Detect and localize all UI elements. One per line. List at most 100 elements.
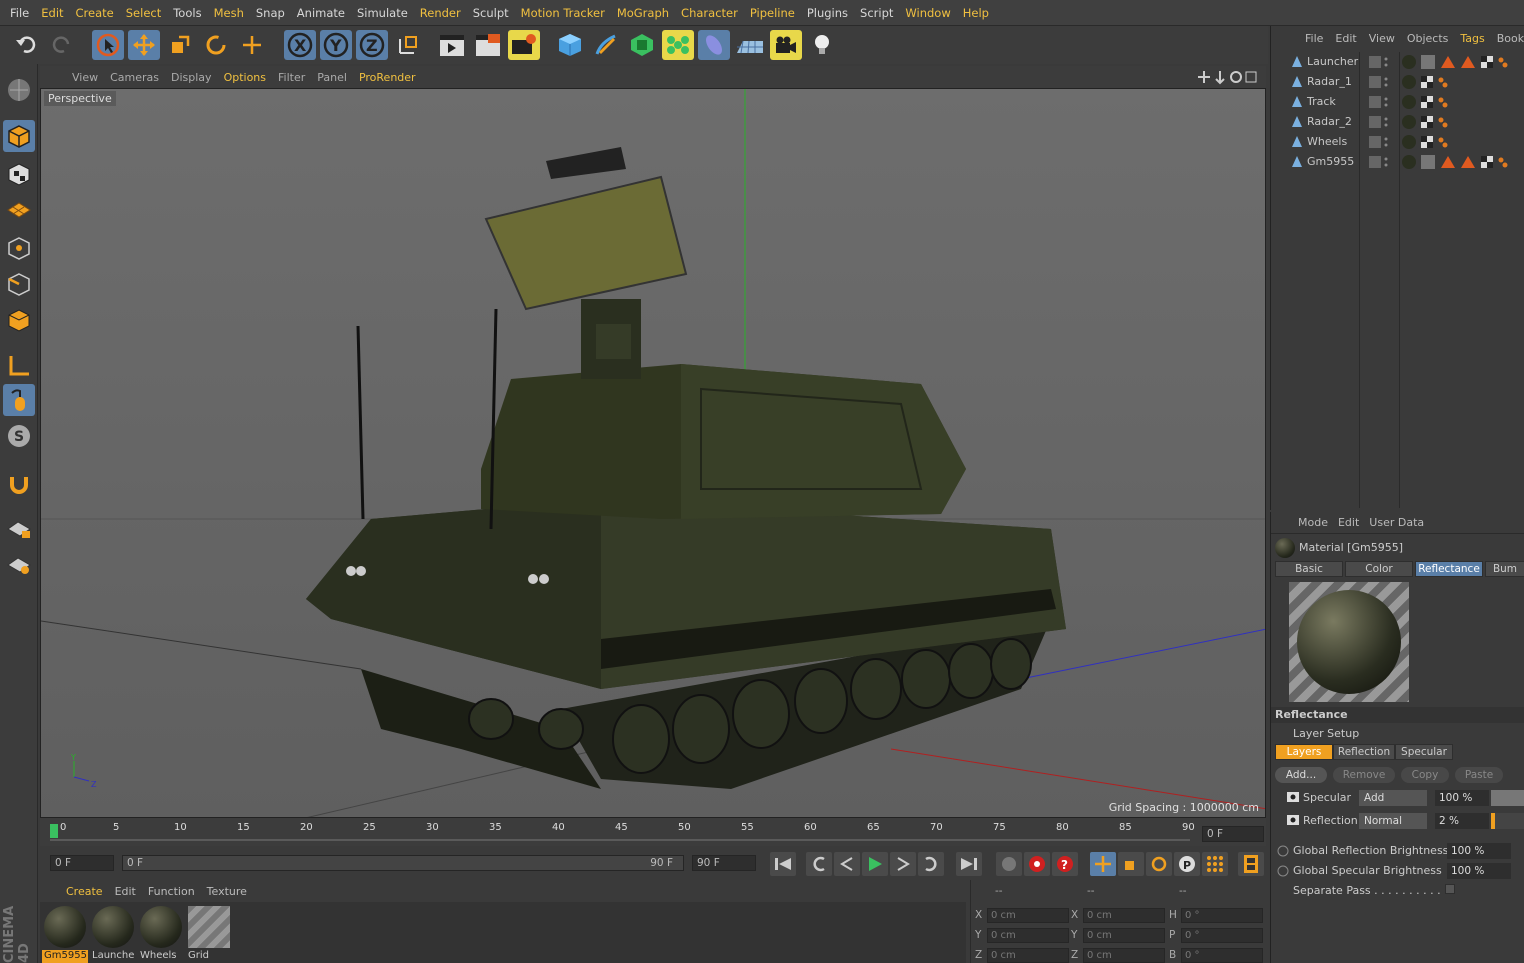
tag-icons[interactable]	[1401, 54, 1521, 70]
3d-viewport[interactable]: Perspective Y Z Grid Spacing: 1000000 c…	[40, 88, 1266, 818]
material-menu-texture[interactable]: Texture	[201, 885, 253, 898]
layer-blend-mode-dropdown[interactable]: Normal	[1359, 813, 1427, 829]
floor-icon[interactable]	[734, 30, 766, 60]
light-icon[interactable]	[806, 30, 838, 60]
render-settings-icon[interactable]	[508, 30, 540, 60]
next-frame-icon[interactable]	[890, 852, 916, 876]
viewport-menu-cameras[interactable]: Cameras	[104, 71, 165, 84]
tab-specular[interactable]: Specular	[1395, 744, 1453, 760]
record-keys-icon[interactable]	[996, 852, 1022, 876]
make-editable-icon[interactable]	[3, 74, 35, 106]
object-menu-edit[interactable]: Edit	[1329, 32, 1362, 45]
timeline-window-icon[interactable]	[1238, 852, 1264, 876]
tab-reflectance[interactable]: Reflectance	[1415, 561, 1483, 577]
x-axis-icon[interactable]: X	[284, 30, 316, 60]
coordinate-system-icon[interactable]	[392, 30, 424, 60]
rotation-b-field[interactable]: 0 °	[1181, 948, 1263, 963]
tag-icons[interactable]	[1401, 74, 1461, 90]
key-pla-icon[interactable]	[1202, 852, 1228, 876]
viewport-nav-icons[interactable]	[1198, 69, 1258, 85]
layer-opacity-field[interactable]: 100 %	[1435, 790, 1489, 806]
radio-icon[interactable]	[1277, 845, 1289, 857]
snap-icon[interactable]	[3, 466, 35, 498]
rotate-icon[interactable]	[200, 30, 232, 60]
subdivision-icon[interactable]	[626, 30, 658, 60]
pen-icon[interactable]	[590, 30, 622, 60]
render-view-icon[interactable]	[436, 30, 468, 60]
render-picture-viewer-icon[interactable]	[472, 30, 504, 60]
menu-edit[interactable]: Edit	[35, 6, 69, 20]
menu-file[interactable]: File	[4, 6, 35, 20]
tab-bump[interactable]: Bum	[1485, 561, 1524, 577]
z-axis-icon[interactable]: Z	[356, 30, 388, 60]
menu-mograph[interactable]: MoGraph	[611, 6, 675, 20]
object-row-radar-2[interactable]: Radar_2	[1271, 112, 1524, 132]
previous-key-icon[interactable]	[806, 852, 832, 876]
object-menu-file[interactable]: File	[1299, 32, 1329, 45]
layer-opacity-field[interactable]: 2 %	[1435, 813, 1489, 829]
rotation-p-field[interactable]: 0 °	[1181, 928, 1263, 943]
key-parameter-icon[interactable]: P	[1174, 852, 1200, 876]
tab-reflection[interactable]: Reflection	[1333, 744, 1395, 760]
autokeying-icon[interactable]	[1024, 852, 1050, 876]
global-reflection-brightness-field[interactable]: 100 %	[1447, 843, 1511, 859]
viewport-menu-view[interactable]: View	[66, 71, 104, 84]
viewport-menu-filter[interactable]: Filter	[272, 71, 311, 84]
object-row-launcher[interactable]: Launcher	[1271, 52, 1524, 72]
object-row-track[interactable]: Track	[1271, 92, 1524, 112]
radio-icon[interactable]	[1277, 865, 1289, 877]
texture-mode-icon[interactable]	[3, 158, 35, 190]
material-menu-function[interactable]: Function	[142, 885, 201, 898]
axis-mode-icon[interactable]	[3, 350, 35, 382]
next-key-icon[interactable]	[918, 852, 944, 876]
viewport-menu-options[interactable]: Options	[218, 71, 272, 84]
menu-help[interactable]: Help	[957, 6, 995, 20]
menu-character[interactable]: Character	[675, 6, 744, 20]
position-y-field[interactable]: 0 cm	[987, 928, 1069, 943]
visibility-dots-icon[interactable]	[1369, 135, 1389, 149]
menu-plugins[interactable]: Plugins	[801, 6, 854, 20]
menu-window[interactable]: Window	[899, 6, 956, 20]
separate-pass-checkbox[interactable]	[1445, 884, 1455, 894]
undo-icon[interactable]	[10, 30, 42, 60]
start-frame-field[interactable]: 0 F	[50, 855, 114, 871]
visibility-dots-icon[interactable]	[1369, 55, 1389, 69]
attribute-menu-user-data[interactable]: User Data	[1364, 516, 1429, 529]
tag-icons[interactable]	[1401, 134, 1461, 150]
play-icon[interactable]	[862, 852, 888, 876]
polygons-mode-icon[interactable]	[3, 304, 35, 336]
eye-icon[interactable]	[1287, 815, 1299, 825]
tab-basic[interactable]: Basic	[1275, 561, 1343, 577]
material-swatch-grid[interactable]: Grid	[186, 904, 232, 963]
y-axis-icon[interactable]: Y	[320, 30, 352, 60]
size-x-field[interactable]: 0 cm	[1083, 908, 1165, 923]
model-mode-icon[interactable]	[3, 120, 35, 152]
scale-icon[interactable]	[164, 30, 196, 60]
size-y-field[interactable]: 0 cm	[1083, 928, 1165, 943]
visibility-dots-icon[interactable]	[1369, 155, 1389, 169]
copy-layer-button[interactable]: Copy	[1401, 767, 1449, 783]
object-row-radar-1[interactable]: Radar_1	[1271, 72, 1524, 92]
material-swatch-launcher[interactable]: Launche	[90, 904, 136, 963]
material-swatch-gm5955[interactable]: Gm5955	[42, 904, 88, 963]
visibility-dots-icon[interactable]	[1369, 75, 1389, 89]
points-mode-icon[interactable]	[3, 232, 35, 264]
menu-select[interactable]: Select	[120, 6, 167, 20]
attribute-menu-edit[interactable]: Edit	[1333, 516, 1364, 529]
tweak-mode-icon[interactable]	[3, 384, 35, 416]
tab-layers[interactable]: Layers	[1275, 744, 1333, 760]
object-menu-bookmarks[interactable]: Bookm	[1491, 32, 1524, 45]
menu-animate[interactable]: Animate	[291, 6, 351, 20]
live-selection-icon[interactable]	[92, 30, 124, 60]
key-scale-icon[interactable]	[1118, 852, 1144, 876]
tab-color[interactable]: Color	[1345, 561, 1413, 577]
menu-simulate[interactable]: Simulate	[351, 6, 414, 20]
menu-snap[interactable]: Snap	[250, 6, 291, 20]
solo-mode-icon[interactable]: S	[3, 420, 35, 452]
tag-icons[interactable]	[1401, 94, 1461, 110]
tag-icons[interactable]	[1401, 154, 1521, 170]
material-menu-edit[interactable]: Edit	[109, 885, 142, 898]
size-z-field[interactable]: 0 cm	[1083, 948, 1165, 963]
previous-frame-icon[interactable]	[834, 852, 860, 876]
menu-script[interactable]: Script	[854, 6, 899, 20]
